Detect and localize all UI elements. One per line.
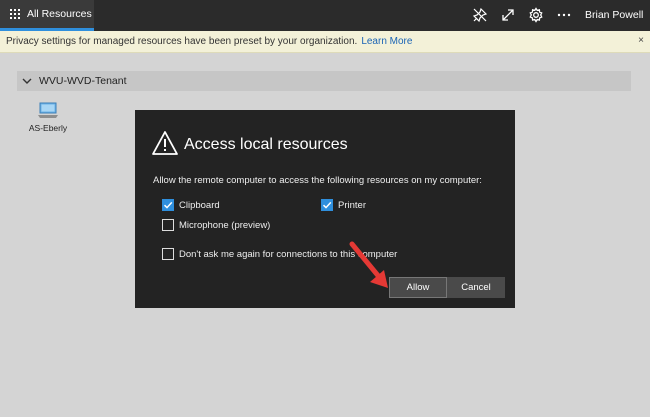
cancel-button[interactable]: Cancel: [447, 277, 505, 298]
clipboard-checkbox[interactable]: Clipboard: [162, 199, 220, 211]
apps-grid-icon: [10, 9, 20, 19]
warning-icon: [152, 131, 178, 155]
workspace-group-name: WVU-WVD-Tenant: [39, 75, 127, 87]
banner-close-button[interactable]: ×: [638, 35, 644, 46]
workspace-group-header[interactable]: WVU-WVD-Tenant: [17, 71, 631, 91]
checkbox-unchecked-icon: [162, 248, 174, 260]
gear-icon[interactable]: [528, 7, 544, 23]
dialog-title: Access local resources: [184, 136, 348, 153]
microphone-checkbox[interactable]: Microphone (preview): [162, 219, 270, 231]
more-icon[interactable]: [556, 7, 572, 23]
microphone-label: Microphone (preview): [179, 219, 271, 231]
pin-icon[interactable]: [472, 7, 488, 23]
printer-checkbox[interactable]: Printer: [321, 199, 366, 211]
checkbox-unchecked-icon: [162, 219, 174, 231]
printer-label: Printer: [338, 199, 366, 211]
privacy-banner: Privacy settings for managed resources h…: [0, 31, 650, 53]
resource-label: AS-Eberly: [28, 123, 68, 133]
computer-icon: [38, 102, 58, 118]
top-bar: All Resources Brian Powell: [0, 0, 650, 31]
chevron-down-icon: [22, 78, 32, 84]
checkbox-checked-icon: [321, 199, 333, 211]
learn-more-link[interactable]: Learn More: [361, 36, 412, 47]
checkbox-checked-icon: [162, 199, 174, 211]
red-arrow-annotation-icon: [349, 241, 388, 288]
dialog-description: Allow the remote computer to access the …: [153, 175, 482, 186]
access-local-resources-dialog: Access local resources Allow the remote …: [135, 110, 515, 308]
tab-all-resources[interactable]: All Resources: [0, 0, 94, 31]
remote-desktop-resource[interactable]: AS-Eberly: [28, 102, 68, 133]
tab-all-resources-label: All Resources: [27, 8, 92, 20]
expand-icon[interactable]: [500, 7, 516, 23]
clipboard-label: Clipboard: [179, 199, 220, 211]
banner-text: Privacy settings for managed resources h…: [6, 36, 358, 47]
user-name[interactable]: Brian Powell: [585, 9, 643, 21]
